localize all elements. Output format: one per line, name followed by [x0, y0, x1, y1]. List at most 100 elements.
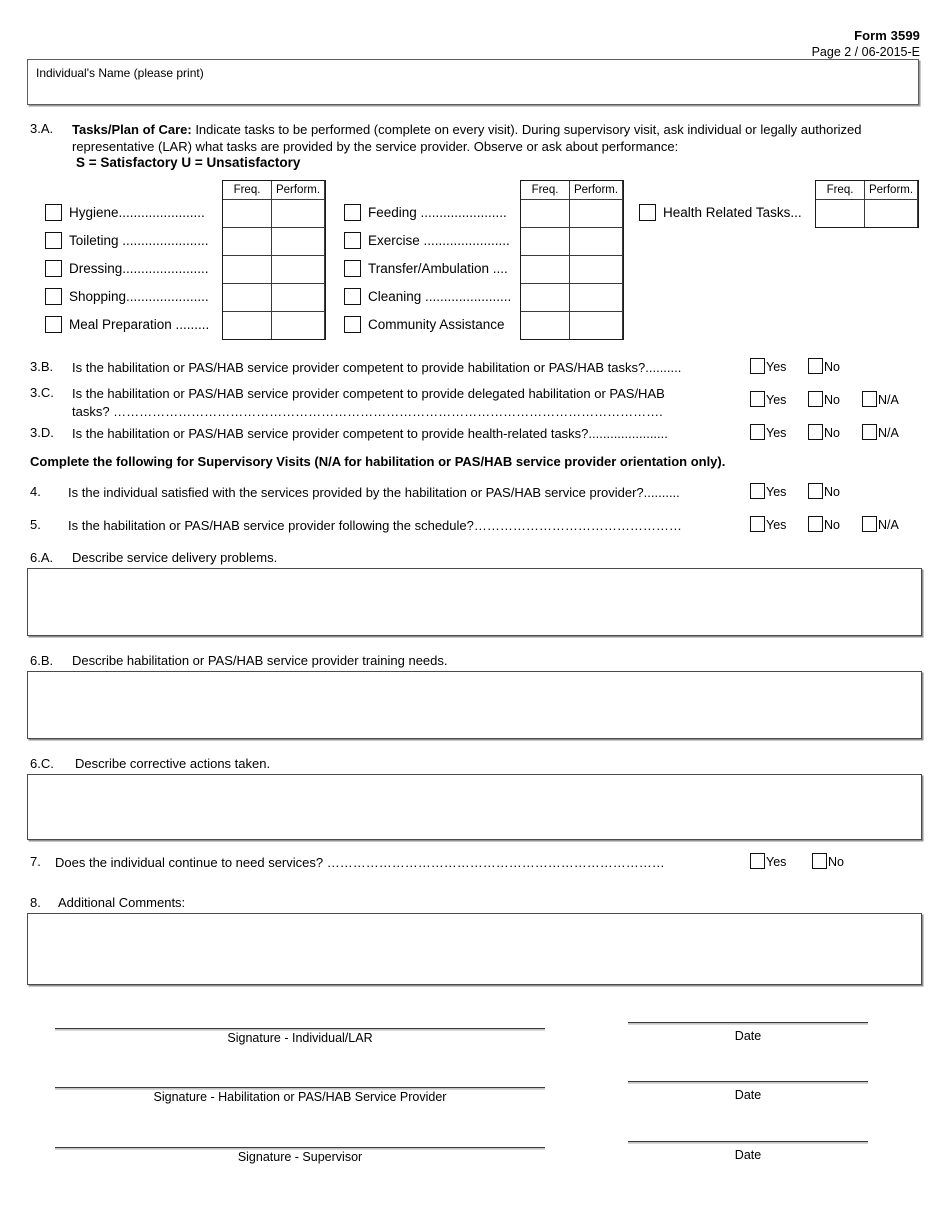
- task-checkbox[interactable]: [639, 204, 656, 221]
- task-checkbox[interactable]: [45, 260, 62, 277]
- table-header-freq: Freq.: [222, 180, 272, 200]
- perform-cell[interactable]: [271, 255, 325, 284]
- freq-cell[interactable]: [222, 199, 272, 228]
- task-checkbox[interactable]: [45, 204, 62, 221]
- checkbox[interactable]: [862, 516, 877, 532]
- perform-cell[interactable]: [569, 283, 623, 312]
- checkbox[interactable]: [750, 853, 765, 869]
- table-row[interactable]: [222, 227, 325, 256]
- perform-cell[interactable]: [271, 311, 325, 340]
- question-4-option-yes[interactable]: Yes: [750, 483, 786, 499]
- option-label: Yes: [766, 393, 787, 407]
- signature-line-provider[interactable]: [55, 1087, 545, 1088]
- question-3d-option-yes[interactable]: Yes: [750, 424, 786, 440]
- checkbox[interactable]: [862, 424, 877, 440]
- section-6a-textarea[interactable]: [27, 568, 922, 636]
- task-checkbox[interactable]: [344, 288, 361, 305]
- question-5-option-na[interactable]: N/A: [862, 516, 899, 532]
- freq-cell[interactable]: [222, 227, 272, 256]
- checkbox[interactable]: [750, 483, 765, 499]
- table-row[interactable]: [520, 227, 623, 256]
- table-row[interactable]: [520, 255, 623, 284]
- freq-cell[interactable]: [520, 283, 570, 312]
- page-and-revision: Page 2 / 06-2015-E: [811, 45, 920, 59]
- task-checkbox[interactable]: [45, 316, 62, 333]
- freq-cell[interactable]: [222, 311, 272, 340]
- individual-name-field[interactable]: Individual's Name (please print): [27, 59, 919, 105]
- freq-cell[interactable]: [815, 199, 865, 228]
- date-line-individual[interactable]: [628, 1022, 868, 1023]
- task-checkbox[interactable]: [344, 232, 361, 249]
- freq-cell[interactable]: [222, 283, 272, 312]
- freq-cell[interactable]: [222, 255, 272, 284]
- task-table-2[interactable]: Freq. Perform.: [520, 180, 623, 340]
- perform-cell[interactable]: [271, 283, 325, 312]
- question-5-option-no[interactable]: No: [808, 516, 840, 532]
- question-8-textarea[interactable]: [27, 913, 922, 985]
- table-header-freq: Freq.: [815, 180, 865, 200]
- section-6b-textarea[interactable]: [27, 671, 922, 739]
- supervisory-visits-heading: Complete the following for Supervisory V…: [30, 454, 726, 469]
- question-3c-option-yes[interactable]: Yes: [750, 391, 786, 407]
- checkbox[interactable]: [808, 391, 823, 407]
- perform-cell[interactable]: [271, 199, 325, 228]
- task-table-1[interactable]: Freq. Perform.: [222, 180, 325, 340]
- table-row[interactable]: [222, 199, 325, 228]
- table-row[interactable]: [222, 311, 325, 340]
- task-checkbox[interactable]: [45, 288, 62, 305]
- table-row[interactable]: [520, 311, 623, 340]
- table-row[interactable]: [222, 283, 325, 312]
- table-row[interactable]: [815, 199, 918, 228]
- freq-cell[interactable]: [520, 199, 570, 228]
- checkbox[interactable]: [808, 424, 823, 440]
- table-header-perform: Perform.: [569, 180, 623, 200]
- date-line-supervisor[interactable]: [628, 1141, 868, 1142]
- table-row[interactable]: [520, 199, 623, 228]
- checkbox[interactable]: [750, 358, 765, 374]
- question-3b-option-yes[interactable]: Yes: [750, 358, 786, 374]
- signature-line-supervisor[interactable]: [55, 1147, 545, 1148]
- perform-cell[interactable]: [569, 255, 623, 284]
- task-checkbox[interactable]: [344, 316, 361, 333]
- question-3b-number: 3.B.: [30, 359, 54, 374]
- checkbox[interactable]: [808, 358, 823, 374]
- checkbox[interactable]: [808, 516, 823, 532]
- date-line-provider[interactable]: [628, 1081, 868, 1082]
- perform-cell[interactable]: [569, 199, 623, 228]
- freq-cell[interactable]: [520, 311, 570, 340]
- task-checkbox[interactable]: [344, 204, 361, 221]
- option-label: No: [824, 360, 840, 374]
- question-3b-option-no[interactable]: No: [808, 358, 840, 374]
- question-5-option-yes[interactable]: Yes: [750, 516, 786, 532]
- perform-cell[interactable]: [864, 199, 918, 228]
- question-3d-option-na[interactable]: N/A: [862, 424, 899, 440]
- checkbox[interactable]: [750, 516, 765, 532]
- question-7-text: Does the individual continue to need ser…: [55, 855, 665, 870]
- perform-cell[interactable]: [569, 311, 623, 340]
- task-checkbox[interactable]: [45, 232, 62, 249]
- perform-cell[interactable]: [569, 227, 623, 256]
- question-7-option-no[interactable]: No: [812, 853, 844, 869]
- table-row[interactable]: [222, 255, 325, 284]
- checkbox[interactable]: [812, 853, 827, 869]
- signature-line-individual[interactable]: [55, 1028, 545, 1029]
- option-label: N/A: [878, 393, 899, 407]
- question-4-option-no[interactable]: No: [808, 483, 840, 499]
- checkbox[interactable]: [750, 391, 765, 407]
- section-6c-textarea[interactable]: [27, 774, 922, 840]
- perform-cell[interactable]: [271, 227, 325, 256]
- checkbox[interactable]: [862, 391, 877, 407]
- freq-cell[interactable]: [520, 227, 570, 256]
- task-table-3[interactable]: Freq. Perform.: [815, 180, 918, 228]
- question-7-option-yes[interactable]: Yes: [750, 853, 786, 869]
- task-checkbox[interactable]: [344, 260, 361, 277]
- question-3c-option-na[interactable]: N/A: [862, 391, 899, 407]
- checkbox[interactable]: [750, 424, 765, 440]
- checkbox[interactable]: [808, 483, 823, 499]
- question-3d-option-no[interactable]: No: [808, 424, 840, 440]
- question-3c-option-no[interactable]: No: [808, 391, 840, 407]
- task-label: Feeding .......................: [368, 205, 507, 220]
- question-3c-text-line1: Is the habilitation or PAS/HAB service p…: [72, 386, 665, 401]
- table-row[interactable]: [520, 283, 623, 312]
- freq-cell[interactable]: [520, 255, 570, 284]
